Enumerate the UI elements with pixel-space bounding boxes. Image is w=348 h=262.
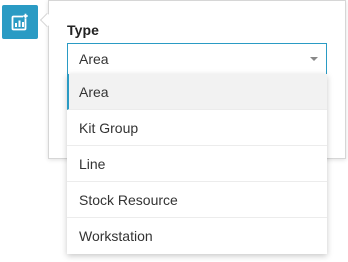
- dropdown-option-area[interactable]: Area: [67, 74, 327, 110]
- add-item-button[interactable]: [2, 5, 38, 39]
- dropdown-option-stock-resource[interactable]: Stock Resource: [67, 182, 327, 218]
- dropdown-option-workstation[interactable]: Workstation: [67, 218, 327, 254]
- dropdown-option-line[interactable]: Line: [67, 146, 327, 182]
- add-chart-icon: [11, 13, 28, 31]
- stage: Type Area Area Kit Group Line Stock Reso…: [0, 0, 348, 262]
- type-dropdown-list: Area Kit Group Line Stock Resource Works…: [67, 74, 327, 254]
- caret-down-icon: [310, 57, 318, 61]
- dropdown-option-kit-group[interactable]: Kit Group: [67, 110, 327, 146]
- type-field-label: Type: [67, 22, 100, 38]
- type-select-value: Area: [79, 51, 109, 67]
- type-select[interactable]: Area: [67, 43, 327, 75]
